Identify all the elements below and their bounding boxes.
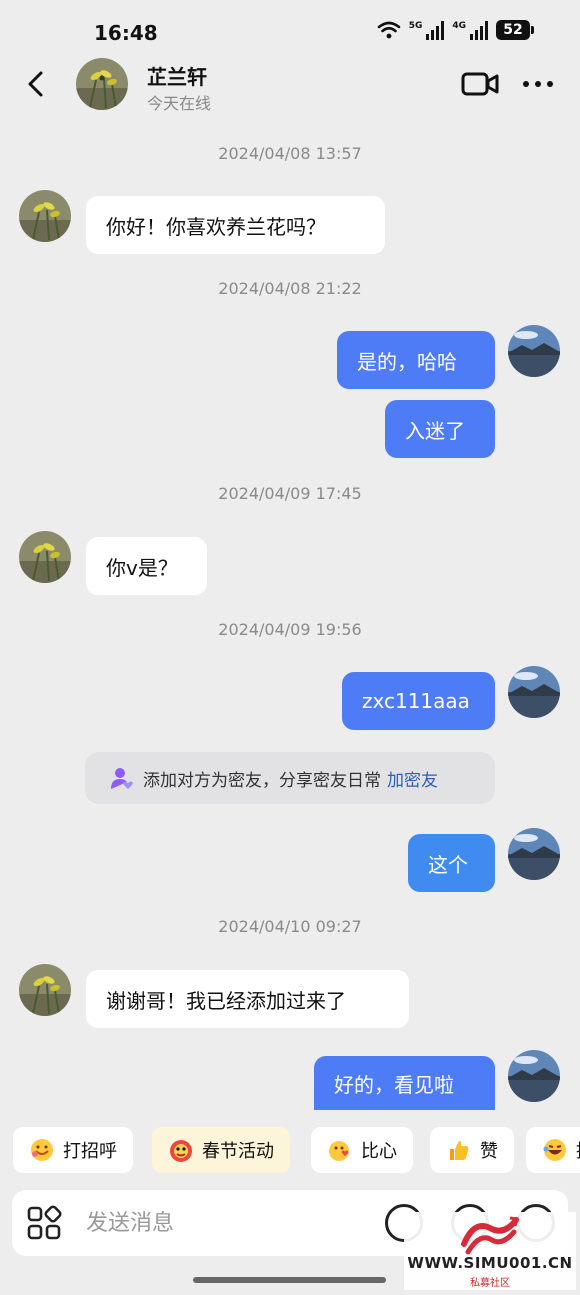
laughing-face-icon <box>543 1139 566 1161</box>
home-indicator[interactable] <box>193 1277 386 1283</box>
incoming-message[interactable]: 你好！你喜欢养兰花吗？ <box>86 196 385 254</box>
quick-reply-spring-festival[interactable]: 春节活动 <box>152 1127 290 1173</box>
chip-label: 打招呼 <box>63 1141 117 1162</box>
quick-reply-like[interactable]: 赞 <box>430 1127 514 1173</box>
my-avatar[interactable] <box>508 828 560 880</box>
video-call-icon[interactable] <box>460 69 500 99</box>
wifi-icon <box>377 21 400 39</box>
message-input[interactable] <box>86 1200 376 1246</box>
watermark-subtitle: 私募社区 <box>470 1278 510 1289</box>
quick-reply-greet[interactable]: 打招呼 <box>13 1127 133 1173</box>
orchid-avatar-image <box>76 58 128 110</box>
signal-5g-icon <box>426 20 445 40</box>
more-options-icon[interactable] <box>520 69 556 99</box>
contact-avatar[interactable] <box>19 531 71 583</box>
outgoing-message[interactable]: 这个 <box>408 834 495 892</box>
my-avatar[interactable] <box>508 1050 560 1102</box>
lion-dance-icon <box>170 1140 192 1162</box>
contact-name: 芷兰轩 <box>147 65 207 89</box>
battery-icon: 52 <box>496 20 534 40</box>
chat-header: 芷兰轩 今天在线 <box>0 55 580 115</box>
my-avatar[interactable] <box>508 666 560 718</box>
lake-avatar-image <box>508 1050 560 1102</box>
quick-reply-heart[interactable]: 比心 <box>311 1127 413 1173</box>
orchid-avatar-image <box>19 531 71 583</box>
thumbs-up-icon <box>450 1141 469 1160</box>
chip-label: 赞 <box>480 1141 498 1162</box>
net-4g-label: 4G <box>452 20 466 31</box>
timestamp: 2024/04/08 21:22 <box>218 279 362 298</box>
timestamp: 2024/04/08 13:57 <box>218 144 362 163</box>
quick-reply-laugh[interactable]: 搞 <box>526 1127 580 1173</box>
outgoing-message[interactable]: 是的，哈哈 <box>337 331 495 389</box>
lake-avatar-image <box>508 325 560 377</box>
tip-text: 添加对方为密友，分享密友日常 <box>143 770 381 791</box>
add-close-friend-link[interactable]: 加密友 <box>387 766 438 791</box>
timestamp: 2024/04/09 19:56 <box>218 620 362 639</box>
heart-hands-icon <box>329 1141 349 1161</box>
smile-face-icon <box>31 1139 53 1161</box>
timestamp: 2024/04/10 09:27 <box>218 917 362 936</box>
chip-label: 搞 <box>576 1137 580 1163</box>
watermark: WWW.SIMU001.CN 私募社区 <box>404 1212 576 1290</box>
outgoing-message[interactable]: 好的，看见啦 <box>314 1056 495 1110</box>
lake-avatar-image <box>508 828 560 880</box>
status-icons: 5G 4G 52 <box>377 20 534 40</box>
back-arrow-icon[interactable] <box>22 69 52 99</box>
net-5g-label: 5G <box>408 20 423 31</box>
orchid-avatar-image <box>19 190 71 242</box>
apps-grid-icon[interactable] <box>26 1205 62 1241</box>
lake-avatar-image <box>508 666 560 718</box>
contact-avatar[interactable] <box>19 190 71 242</box>
incoming-message[interactable]: 谢谢哥！我已经添加过来了 <box>86 970 409 1028</box>
orchid-avatar-image <box>19 964 71 1016</box>
simu-logo-icon <box>461 1216 519 1255</box>
status-time: 16:48 <box>94 21 158 45</box>
status-bar: 16:48 5G 4G 52 <box>0 0 580 60</box>
outgoing-message[interactable]: 入迷了 <box>385 400 495 458</box>
incoming-message[interactable]: 你v是？ <box>86 537 207 595</box>
chip-label: 比心 <box>361 1141 397 1162</box>
contact-avatar[interactable] <box>19 964 71 1016</box>
chip-label: 春节活动 <box>202 1141 274 1162</box>
contact-online-status: 今天在线 <box>147 94 212 113</box>
outgoing-message[interactable]: zxc111aaa <box>342 672 495 730</box>
my-avatar[interactable] <box>508 325 560 377</box>
quick-reply-bar: 打招呼 春节活动 比心 赞 搞 <box>0 1125 580 1177</box>
signal-4g-icon <box>470 20 488 40</box>
watermark-site: WWW.SIMU001.CN <box>407 1254 573 1272</box>
add-close-friend-tip: 添加对方为密友，分享密友日常 加密友 <box>85 752 495 804</box>
contact-avatar[interactable] <box>76 58 128 110</box>
timestamp: 2024/04/09 17:45 <box>218 484 362 503</box>
close-friend-icon <box>111 768 133 789</box>
